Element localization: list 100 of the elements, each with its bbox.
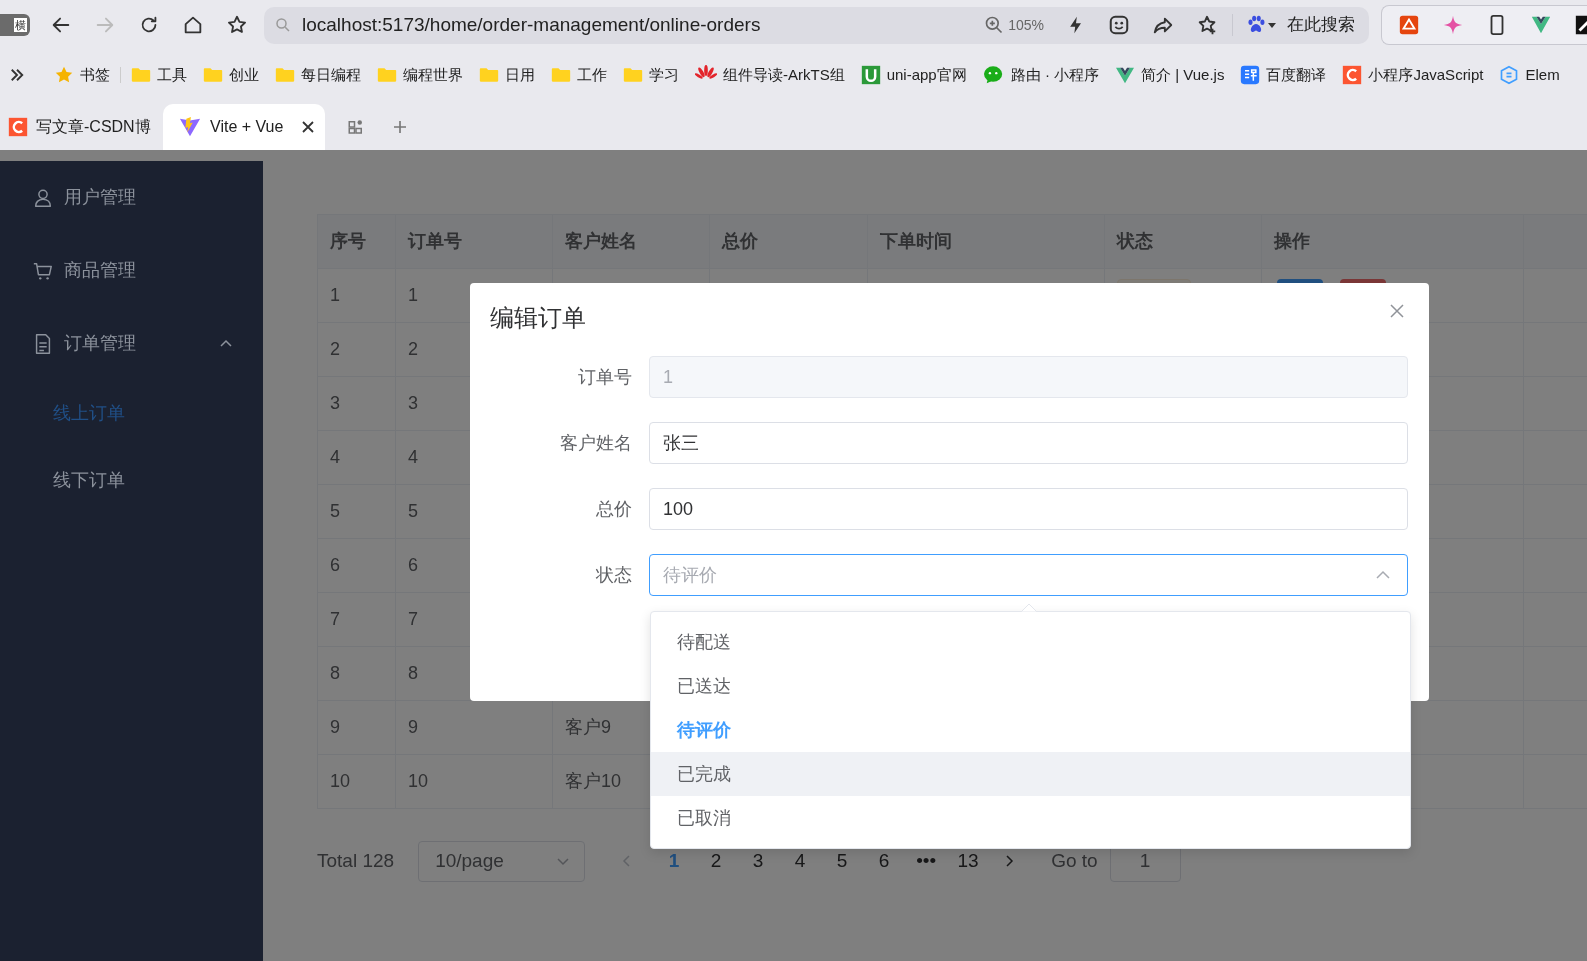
column-header: 状态 xyxy=(1117,230,1153,253)
page-number[interactable]: 4 xyxy=(779,846,822,876)
goto-label: Go to xyxy=(1051,848,1098,873)
select-placeholder: 待评价 xyxy=(663,563,718,587)
dropdown-option[interactable]: 已完成 xyxy=(651,752,1410,796)
csdn-icon xyxy=(8,117,28,137)
vue-icon xyxy=(1115,66,1136,84)
bookmark[interactable]: 组件导读-ArkTS组 xyxy=(695,63,845,87)
chevron-right-icon[interactable] xyxy=(1003,854,1016,868)
bookmark[interactable]: 百度翻译 xyxy=(1240,63,1327,87)
bookmark-label: 组件导读-ArkTS组 xyxy=(723,64,845,85)
bookmark[interactable]: 工具 xyxy=(131,63,187,87)
menu-item[interactable]: 订单管理 xyxy=(0,307,263,380)
bookmark[interactable]: 日用 xyxy=(479,63,535,87)
page-size-select[interactable]: 10/page xyxy=(418,840,586,882)
bookmark-label: 工作 xyxy=(577,64,607,85)
field-label: 订单号 xyxy=(578,365,632,389)
caret-down-icon[interactable] xyxy=(1267,20,1277,30)
search-icon xyxy=(274,16,292,34)
pdf-icon[interactable] xyxy=(1398,14,1420,36)
search-placeholder: 在此搜索 xyxy=(1287,14,1355,37)
bookmark[interactable]: 每日编程 xyxy=(275,63,361,87)
bookmark[interactable]: 小程序JavaScript xyxy=(1342,63,1484,87)
browser-tab[interactable]: 写文章-CSDN博 xyxy=(8,104,163,150)
table-cell-text: 9 xyxy=(330,716,340,739)
page-number[interactable]: 13 xyxy=(947,846,990,876)
page-number[interactable]: 2 xyxy=(695,846,738,876)
folder-icon xyxy=(203,66,223,84)
browser-tab[interactable]: Vite + Vue xyxy=(163,104,325,150)
home-icon[interactable] xyxy=(182,14,204,36)
menu-label: 线上订单 xyxy=(53,402,125,425)
table-cell-text: 2 xyxy=(408,338,418,361)
table-cell-text: 3 xyxy=(330,392,340,415)
address-text: localhost:5173/home/order-management/online-orders xyxy=(302,12,761,37)
column-header: 客户姓名 xyxy=(565,230,637,253)
bookmark-label: uni-app官网 xyxy=(886,64,967,85)
dropdown-option[interactable]: 已送达 xyxy=(651,664,1410,708)
menu-item[interactable]: 用户管理 xyxy=(0,161,263,234)
dropdown-option[interactable]: 待配送 xyxy=(651,620,1410,664)
bookmark-label: 简介 | Vue.js xyxy=(1141,64,1225,85)
page-number[interactable]: ••• xyxy=(905,846,948,876)
tab-title: Vite + Vue xyxy=(210,117,284,137)
goto-value: 1 xyxy=(1139,848,1151,873)
bookmark-label: 百度翻译 xyxy=(1266,64,1327,85)
menu-label: 线下订单 xyxy=(53,469,125,492)
bookmark-label: 路由 · 小程序 xyxy=(1010,64,1100,85)
bookmark[interactable]: Elem xyxy=(1499,63,1560,87)
table-cell-text: 10 xyxy=(330,770,351,793)
column-header: 下单时间 xyxy=(880,230,952,253)
input-field[interactable]: 100 xyxy=(649,488,1408,530)
window-badge-label: 横 xyxy=(14,18,27,32)
zoom-icon[interactable] xyxy=(984,15,1005,35)
bookmark-label: 日用 xyxy=(505,64,535,85)
close-icon[interactable] xyxy=(301,120,316,134)
total-count: Total 128 xyxy=(317,848,395,873)
folder-icon xyxy=(131,66,151,84)
table-cell-text: 客户9 xyxy=(565,716,611,739)
bookmark[interactable]: 路由 · 小程序 xyxy=(982,63,1100,87)
bookmark[interactable]: 编程世界 xyxy=(377,63,463,87)
submenu-item[interactable]: 线下订单 xyxy=(0,447,263,514)
bookmark[interactable]: 创业 xyxy=(203,63,259,87)
csdn-icon xyxy=(1342,65,1363,85)
plus-icon[interactable] xyxy=(391,118,409,136)
column-header: 总价 xyxy=(722,230,758,253)
column-header: 订单号 xyxy=(408,230,462,253)
star-icon[interactable] xyxy=(226,14,248,36)
bookmark[interactable]: 工作 xyxy=(551,63,607,87)
bookmark[interactable]: 学习 xyxy=(623,63,679,87)
table-cell-text: 5 xyxy=(330,500,340,523)
page-number[interactable]: 6 xyxy=(863,846,906,876)
bookmark[interactable]: 简介 | Vue.js xyxy=(1115,63,1225,87)
input-field[interactable]: 张三 xyxy=(649,422,1408,464)
table-cell-text: 9 xyxy=(408,716,418,739)
table-cell-text: 1 xyxy=(330,284,340,307)
bookmark-label: 编程世界 xyxy=(403,64,463,85)
column-header: 序号 xyxy=(330,230,366,253)
bookmark-label: 创业 xyxy=(229,64,259,85)
bookmark[interactable]: 书签 xyxy=(54,63,110,87)
table-cell-text: 6 xyxy=(330,554,340,577)
dialog-title: 编辑订单 xyxy=(490,303,586,333)
smiley-icon[interactable] xyxy=(1108,14,1130,36)
page-number[interactable]: 3 xyxy=(737,846,780,876)
column-header: 操作 xyxy=(1274,230,1310,253)
vite-icon xyxy=(179,116,201,138)
bookmark-label: 书签 xyxy=(80,64,110,85)
chevrons-right-icon[interactable] xyxy=(8,66,26,84)
bookmark[interactable]: uni-app官网 xyxy=(860,63,967,87)
menu-item[interactable]: 商品管理 xyxy=(0,234,263,307)
window-badge[interactable]: 横 xyxy=(0,14,30,36)
page-number[interactable]: 5 xyxy=(821,846,864,876)
folder-icon xyxy=(275,66,295,84)
input-value: 1 xyxy=(663,365,673,389)
translate-icon xyxy=(1240,65,1261,85)
menu-label: 商品管理 xyxy=(64,259,136,282)
tab-groups-icon[interactable] xyxy=(347,118,365,136)
bookmark-add-icon[interactable] xyxy=(1196,14,1218,36)
input-value: 张三 xyxy=(663,431,699,455)
dropdown-option[interactable]: 已取消 xyxy=(651,796,1410,840)
address-bar[interactable]: localhost:5173/home/order-management/online-orders 105% 在此搜索 xyxy=(264,6,1369,44)
bookmark-label: Elem xyxy=(1525,64,1560,85)
